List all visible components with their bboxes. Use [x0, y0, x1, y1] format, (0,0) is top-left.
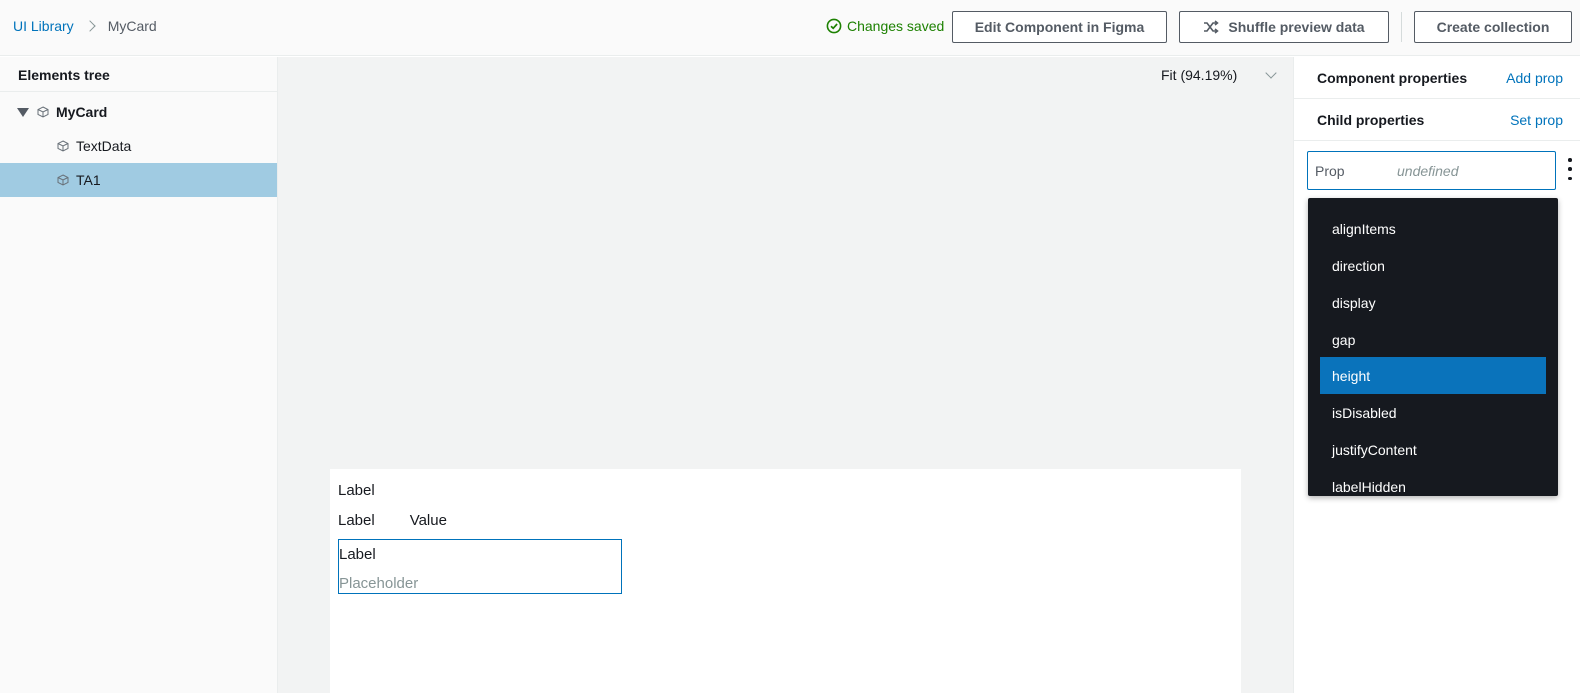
option-height[interactable]: height	[1320, 357, 1546, 394]
option-alignitems[interactable]: alignItems	[1320, 210, 1546, 247]
option-justifycontent[interactable]: justifyContent	[1320, 431, 1546, 468]
tree-item-textdata[interactable]: TextData	[0, 129, 277, 163]
edit-in-figma-button[interactable]: Edit Component in Figma	[952, 11, 1167, 43]
shuffle-preview-button[interactable]: Shuffle preview data	[1179, 11, 1389, 43]
component-properties-header: Component properties Add prop	[1294, 57, 1580, 99]
preview-data-label: Label	[338, 512, 375, 529]
option-gap[interactable]: gap	[1320, 321, 1546, 358]
child-properties-title: Child properties	[1317, 111, 1425, 128]
toolbar-divider	[1401, 12, 1402, 42]
check-circle-icon	[826, 18, 842, 34]
chevron-right-icon	[84, 20, 96, 32]
edit-in-figma-label: Edit Component in Figma	[974, 19, 1145, 35]
option-direction[interactable]: direction	[1320, 247, 1546, 284]
save-status: Changes saved	[826, 18, 944, 34]
shuffle-preview-label: Shuffle preview data	[1228, 19, 1365, 35]
option-isdisabled[interactable]: isDisabled	[1320, 394, 1546, 431]
preview-text-data: Label Value	[338, 512, 447, 529]
prop-options-dropdown: alignItems direction display gap height …	[1308, 198, 1558, 496]
tree-item-mycard[interactable]: MyCard	[0, 95, 277, 129]
prop-value: undefined	[1397, 162, 1459, 179]
child-properties-header: Child properties Set prop	[1294, 99, 1580, 141]
option-display[interactable]: display	[1320, 284, 1546, 321]
option-labelhidden[interactable]: labelHidden	[1320, 468, 1546, 496]
breadcrumb-ui-library-link[interactable]: UI Library	[13, 18, 74, 34]
zoom-value: Fit (94.19%)	[1161, 67, 1238, 83]
breadcrumb: UI Library MyCard	[13, 18, 157, 34]
tree-item-label: MyCard	[56, 104, 108, 120]
shuffle-icon	[1204, 20, 1220, 34]
preview-field-placeholder: Placeholder	[339, 575, 419, 592]
prop-select-input[interactable]: Prop undefined	[1307, 151, 1556, 190]
set-prop-link[interactable]: Set prop	[1510, 112, 1563, 128]
preview-label: Label	[338, 482, 375, 499]
component-icon	[37, 106, 49, 118]
preview-data-value: Value	[409, 512, 447, 529]
preview-canvas: Fit (94.19%) Label Label Value Label Pla…	[278, 57, 1293, 693]
top-bar: UI Library MyCard Changes saved Edit Com…	[0, 0, 1580, 56]
more-options-icon[interactable]	[1567, 158, 1573, 180]
component-properties-title: Component properties	[1317, 69, 1468, 86]
add-prop-link[interactable]: Add prop	[1506, 70, 1563, 86]
prop-name: Prop	[1315, 162, 1345, 179]
preview-text-area-ta1[interactable]: Label Placeholder	[338, 539, 622, 594]
component-icon	[57, 174, 69, 186]
chevron-down-icon	[1265, 67, 1277, 79]
tree-item-label: TA1	[76, 172, 101, 188]
create-collection-label: Create collection	[1436, 19, 1550, 35]
caret-down-icon[interactable]	[17, 107, 29, 117]
preview-field-label: Label	[339, 546, 376, 563]
tree-item-ta1[interactable]: TA1	[0, 163, 277, 197]
elements-tree-title: Elements tree	[0, 57, 277, 92]
elements-tree-panel: Elements tree MyCard TextData TA1	[0, 57, 278, 693]
component-preview-card: Label Label Value Label Placeholder	[330, 469, 1241, 693]
save-status-text: Changes saved	[847, 18, 945, 34]
component-icon	[57, 140, 69, 152]
breadcrumb-current: MyCard	[107, 18, 157, 34]
tree-item-label: TextData	[76, 138, 132, 154]
create-collection-button[interactable]: Create collection	[1414, 11, 1572, 43]
zoom-select[interactable]: Fit (94.19%)	[1161, 67, 1277, 83]
